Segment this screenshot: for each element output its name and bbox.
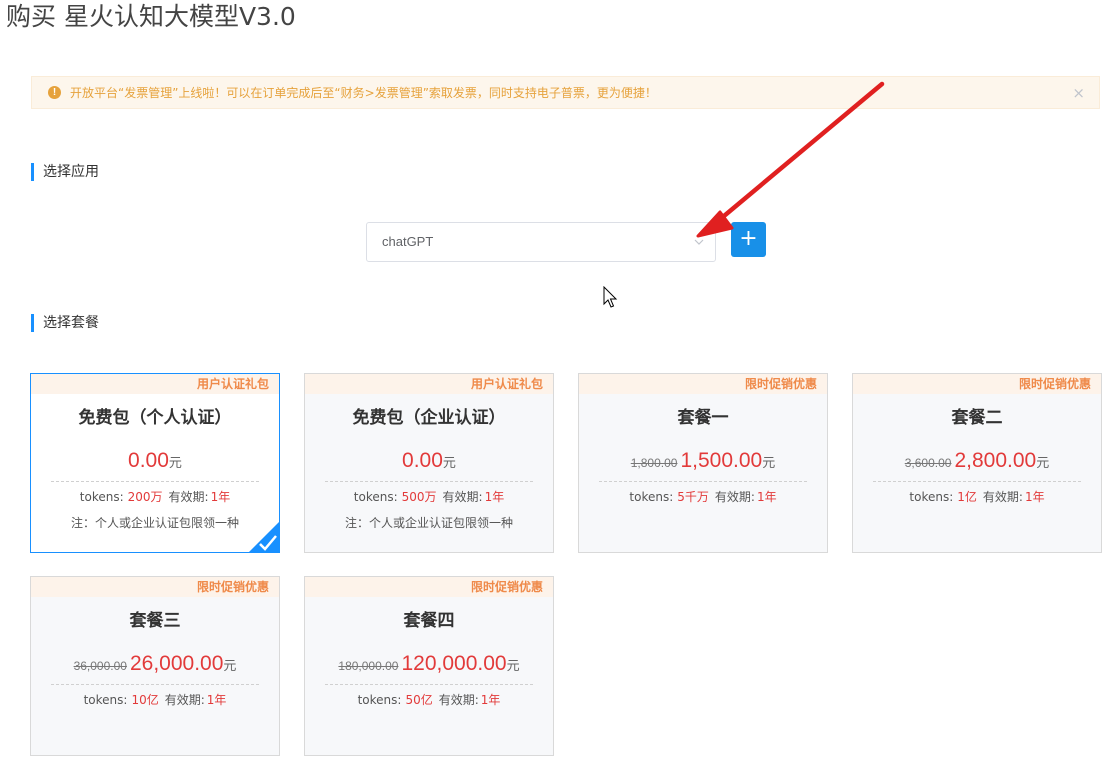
card-price-row: 0.00元 (51, 449, 259, 482)
card-validity: 1年 (210, 490, 231, 504)
mouse-cursor-icon (603, 286, 618, 308)
card-price-row: 1,800.00 1,500.00元 (599, 449, 807, 482)
card-validity: 1年 (480, 693, 501, 707)
card-tokens: 500万 (401, 490, 437, 504)
card-info: tokens: 1亿 有效期: 1年 (853, 489, 1101, 505)
validity-label: 有效期: (714, 490, 755, 504)
card-price-row: 36,000.00 26,000.00元 (51, 652, 259, 685)
warning-icon: ! (48, 86, 61, 99)
package-card[interactable]: 限时促销优惠 套餐四 180,000.00 120,000.00元 tokens: 50亿… (304, 576, 554, 756)
section-title-app: 选择应用 (31, 163, 99, 181)
card-tokens: 1亿 (957, 490, 977, 504)
validity-label: 有效期: (438, 693, 479, 707)
card-tag: 限时促销优惠 (305, 577, 553, 597)
tokens-label: tokens: (629, 490, 674, 504)
card-price: 26,000.00 (129, 652, 224, 675)
card-info: tokens: 200万 有效期: 1年 (31, 489, 279, 505)
card-price: 120,000.00 (401, 652, 507, 675)
card-note: 注：个人或企业认证包限领一种 (70, 516, 239, 530)
currency-label: 元 (1036, 455, 1050, 470)
card-validity: 1年 (1024, 490, 1045, 504)
alert-text: 开放平台“发票管理”上线啦！可以在订单完成后至“财务>发票管理”索取发票，同时支… (70, 86, 657, 100)
app-select-value: chatGPT (382, 234, 434, 249)
card-price: 2,800.00 (954, 449, 1037, 472)
currency-label: 元 (506, 658, 520, 673)
card-tag: 限时促销优惠 (579, 374, 827, 394)
card-name: 套餐二 (951, 408, 1003, 428)
card-info: tokens: 5千万 有效期: 1年 (579, 489, 827, 505)
card-tag: 用户认证礼包 (305, 374, 553, 394)
card-name: 套餐三 (129, 611, 181, 631)
page-title: 购买 星火认知大模型V3.0 (6, 2, 296, 31)
currency-label: 元 (223, 658, 237, 673)
card-tag: 用户认证礼包 (31, 374, 279, 394)
card-name: 免费包（个人认证） (78, 408, 232, 428)
validity-label: 有效期: (168, 490, 209, 504)
package-card[interactable]: 限时促销优惠 套餐一 1,800.00 1,500.00元 tokens: 5千万 有效期:… (578, 373, 828, 553)
tokens-label: tokens: (909, 490, 954, 504)
card-validity: 1年 (756, 490, 777, 504)
card-tokens: 200万 (127, 490, 163, 504)
package-card[interactable]: 用户认证礼包 免费包（企业认证） 0.00元 tokens: 500万 有效期: 1年 注：个… (304, 373, 554, 553)
alert-banner: ! 开放平台“发票管理”上线啦！可以在订单完成后至“财务>发票管理”索取发票，同… (31, 76, 1100, 109)
card-tokens: 5千万 (677, 490, 709, 504)
card-info: tokens: 10亿 有效期: 1年 (31, 692, 279, 708)
card-validity: 1年 (484, 490, 505, 504)
tokens-label: tokens: (83, 693, 128, 707)
card-name: 免费包（企业认证） (352, 408, 506, 428)
validity-label: 有效期: (442, 490, 483, 504)
card-validity: 1年 (206, 693, 227, 707)
card-info: tokens: 50亿 有效期: 1年 (305, 692, 553, 708)
card-old-price: 180,000.00 (338, 659, 399, 673)
card-tokens: 10亿 (131, 693, 159, 707)
card-info: tokens: 500万 有效期: 1年 (305, 489, 553, 505)
card-old-price: 36,000.00 (73, 659, 127, 673)
card-note: 注：个人或企业认证包限领一种 (344, 516, 513, 530)
package-card[interactable]: 限时促销优惠 套餐三 36,000.00 26,000.00元 tokens: 10亿 有效… (30, 576, 280, 756)
currency-label: 元 (442, 455, 456, 470)
close-icon[interactable]: × (1072, 85, 1085, 101)
card-price: 0.00 (128, 449, 169, 472)
package-card[interactable]: 用户认证礼包 免费包（个人认证） 0.00元 tokens: 200万 有效期: 1年 注：个… (30, 373, 280, 553)
card-name: 套餐一 (677, 408, 729, 428)
card-price-row: 3,600.00 2,800.00元 (873, 449, 1081, 482)
card-tokens: 50亿 (405, 693, 433, 707)
card-old-price: 1,800.00 (630, 456, 678, 470)
tokens-label: tokens: (357, 693, 402, 707)
currency-label: 元 (762, 455, 776, 470)
tokens-label: tokens: (79, 490, 124, 504)
app-select[interactable]: chatGPT (366, 222, 716, 262)
card-price: 1,500.00 (680, 449, 763, 472)
selected-check-icon (249, 522, 279, 552)
card-name: 套餐四 (403, 611, 455, 631)
card-price: 0.00 (402, 449, 443, 472)
card-price-row: 0.00元 (325, 449, 533, 482)
section-title-package: 选择套餐 (31, 314, 99, 332)
validity-label: 有效期: (164, 693, 205, 707)
tokens-label: tokens: (353, 490, 398, 504)
validity-label: 有效期: (982, 490, 1023, 504)
annotation-arrow-icon (696, 81, 885, 238)
package-card[interactable]: 限时促销优惠 套餐二 3,600.00 2,800.00元 tokens: 1亿 有效期: 1… (852, 373, 1102, 553)
card-tag: 限时促销优惠 (853, 374, 1101, 394)
card-old-price: 3,600.00 (904, 456, 952, 470)
card-tag: 限时促销优惠 (31, 577, 279, 597)
card-price-row: 180,000.00 120,000.00元 (325, 652, 533, 685)
currency-label: 元 (168, 455, 182, 470)
